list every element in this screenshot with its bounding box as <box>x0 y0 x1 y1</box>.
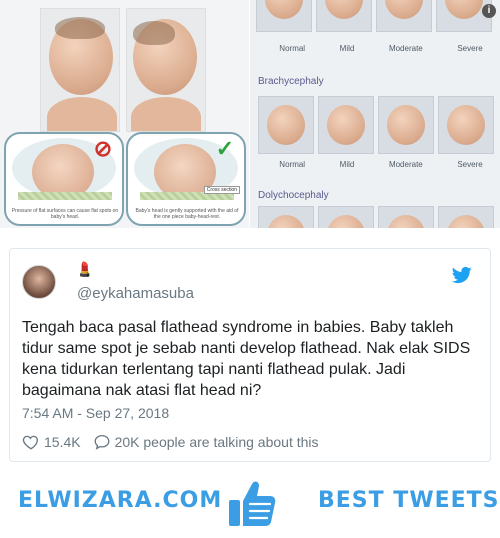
dolycho-thumb-1 <box>258 206 314 228</box>
info-icon[interactable]: i <box>482 4 496 18</box>
severity-labels-top: Normal Mild Moderate Severe <box>279 44 483 53</box>
brachy-thumb-moderate <box>378 96 434 154</box>
dolycho-thumb-3 <box>378 206 434 228</box>
tweet-media-image[interactable]: ⊘ Pressure of flat surfaces can cause fl… <box>0 0 500 228</box>
tweet-metrics: 15.4K 20K people are talking about this <box>22 433 331 451</box>
lipstick-emoji-icon: 💄 <box>76 261 94 277</box>
brachy-thumb-severe <box>438 96 494 154</box>
like-count: 15.4K <box>44 434 81 450</box>
avatar[interactable] <box>22 265 56 299</box>
brand-name: ELWIZARA.COM <box>18 488 223 513</box>
supported-head-illustration-card: ✓ Cross section Baby's head is gently su… <box>126 132 246 226</box>
baby-photo-left: ⊘ Pressure of flat surfaces can cause fl… <box>0 0 249 228</box>
tweet-timestamp[interactable]: 7:54 AM - Sep 27, 2018 <box>22 405 169 421</box>
severity-labels-brachy: Normal Mild Moderate Severe <box>279 160 483 169</box>
section-title-dolychocephaly: Dolychocephaly <box>258 190 329 201</box>
tweet-card[interactable]: 💄 @eykahamasuba Tengah baca pasal flathe… <box>9 248 491 462</box>
dolycho-thumb-4 <box>438 206 494 228</box>
card-note-left: Pressure of flat surfaces can cause flat… <box>11 208 119 220</box>
heart-icon <box>22 435 38 450</box>
conversation-button[interactable]: 20K people are talking about this <box>93 433 319 451</box>
card-note-right: Baby's head is gently supported with the… <box>135 208 239 220</box>
brand-tagline: BEST TWEETS <box>318 488 500 513</box>
checkmark-icon: ✓ <box>215 136 235 161</box>
speech-bubble-icon <box>94 434 110 450</box>
brachy-thumb-normal <box>258 96 314 154</box>
dolycho-thumb-2 <box>318 206 374 228</box>
twitter-bird-icon[interactable] <box>452 265 472 285</box>
talking-count: 20K people are talking about this <box>114 434 319 450</box>
brachy-thumb-mild <box>318 96 374 154</box>
like-button[interactable]: 15.4K <box>22 433 81 451</box>
section-title-brachycephaly: Brachycephaly <box>258 76 324 87</box>
prohibited-icon: ⊘ <box>93 136 113 161</box>
tweet-text: Tengah baca pasal flathead syndrome in b… <box>22 319 471 399</box>
baby-profile-photo-1 <box>40 8 120 132</box>
flat-head-illustration-card: ⊘ Pressure of flat surfaces can cause fl… <box>4 132 124 226</box>
thumbs-up-icon <box>229 481 276 526</box>
tweet-handle[interactable]: @eykahamasuba <box>77 285 194 302</box>
baby-profile-photo-2 <box>126 8 206 132</box>
branding-footer: ELWIZARA.COM BEST TWEETS <box>0 470 500 538</box>
cross-section-label: Cross section <box>203 186 240 194</box>
